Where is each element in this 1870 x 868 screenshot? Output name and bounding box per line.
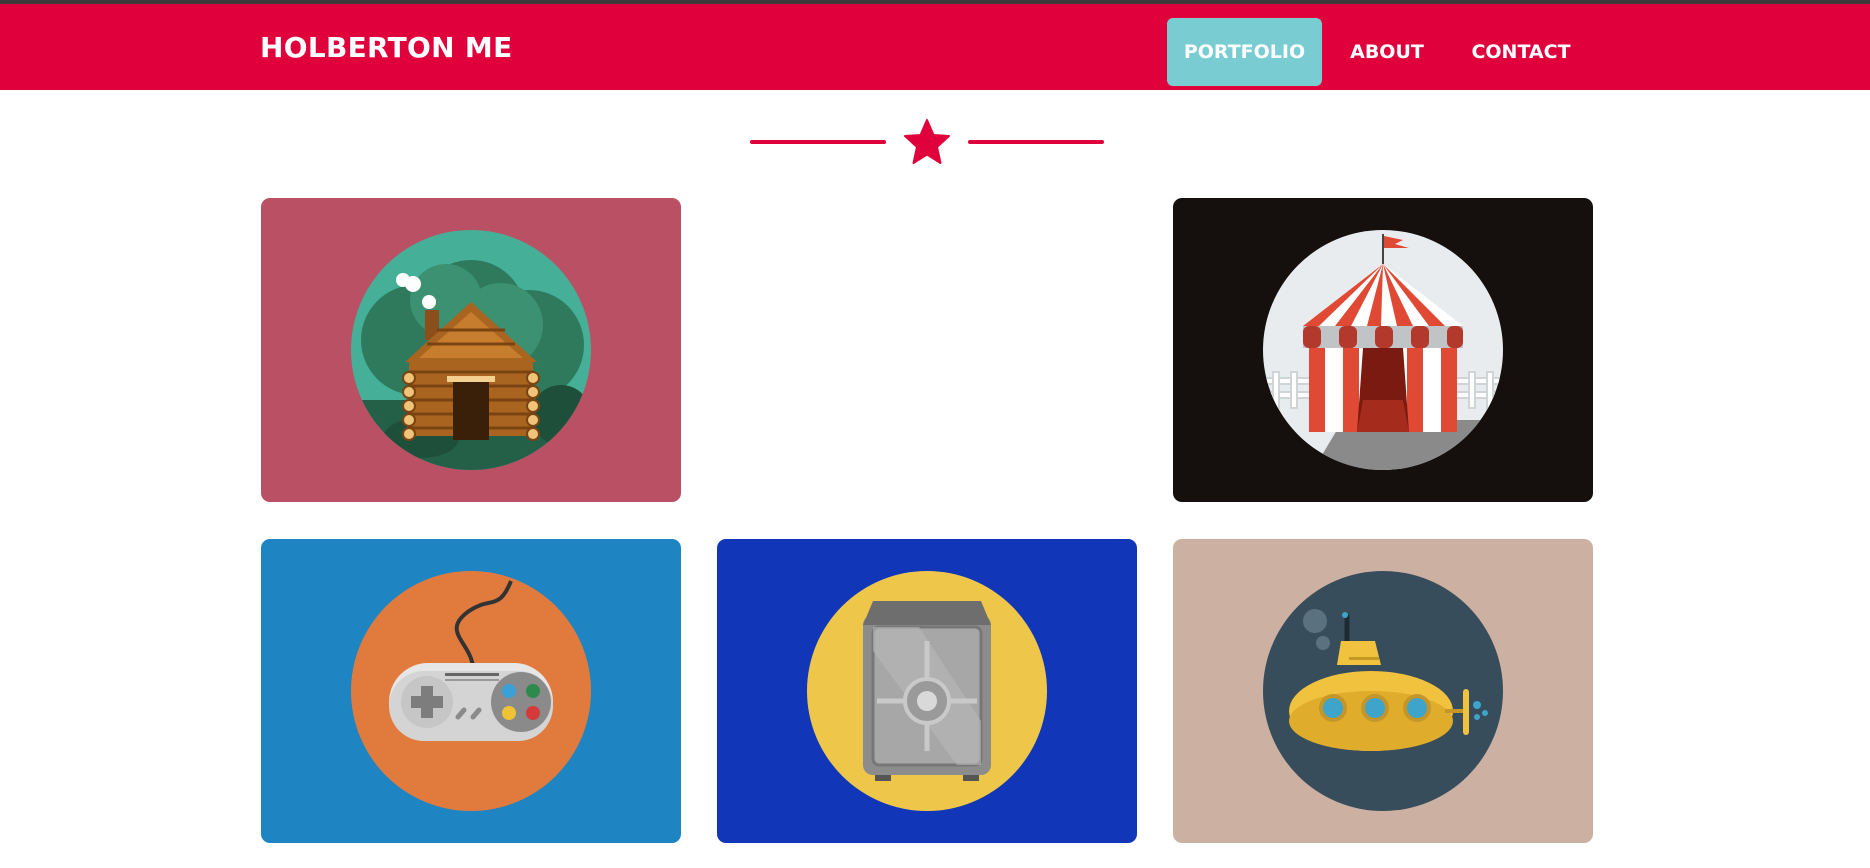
nav-about[interactable]: ABOUT [1336, 18, 1438, 86]
divider-line-right [968, 140, 1104, 144]
nav-portfolio[interactable]: PORTFOLIO [1167, 18, 1322, 86]
divider-line-left [750, 140, 886, 144]
navbar: HOLBERTON ME PORTFOLIO ABOUT CONTACT [0, 4, 1870, 90]
site-brand[interactable]: HOLBERTON ME [260, 31, 513, 64]
safe-icon [807, 571, 1047, 811]
portfolio-item-empty [717, 198, 1137, 502]
portfolio-item-circus[interactable] [1173, 198, 1593, 502]
nav-contact[interactable]: CONTACT [1456, 18, 1586, 86]
log-cabin-icon [351, 230, 591, 470]
section-divider [750, 118, 1104, 166]
portfolio-item-safe[interactable] [717, 539, 1137, 843]
circus-tent-icon [1263, 230, 1503, 470]
game-controller-icon [351, 571, 591, 811]
submarine-icon [1263, 571, 1503, 811]
star-icon [904, 119, 950, 164]
portfolio-item-cabin[interactable] [261, 198, 681, 502]
portfolio-item-submarine[interactable] [1173, 539, 1593, 843]
portfolio-item-controller[interactable] [261, 539, 681, 843]
